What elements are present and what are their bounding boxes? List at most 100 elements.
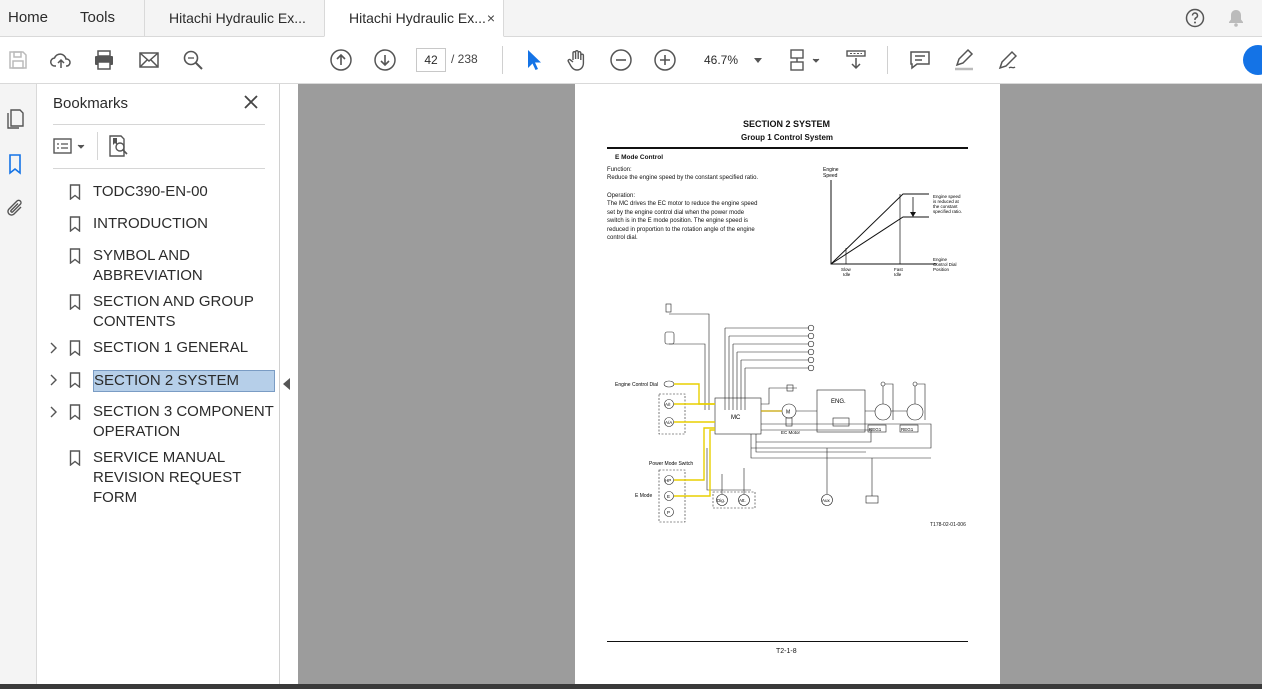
graph-y-label: Speed: [823, 173, 838, 179]
diagram-e-label: E: [667, 494, 670, 499]
print-icon[interactable]: [92, 48, 116, 72]
chevron-right-icon[interactable]: [49, 374, 59, 386]
diagram-eng-label: ENG.: [831, 399, 846, 405]
panel-divider: [97, 132, 98, 160]
chevron-down-icon: [754, 58, 762, 63]
diagram-p-label: P: [667, 510, 670, 515]
close-tab-icon[interactable]: ×: [487, 0, 495, 36]
bookmark-icon: [69, 184, 81, 200]
previous-page-icon[interactable]: [329, 48, 353, 72]
document-tab-2[interactable]: Hitachi Hydraulic Ex... ×: [324, 0, 504, 37]
zoom-out-icon[interactable]: [609, 48, 633, 72]
zoom-level-value: 46.7%: [704, 53, 739, 67]
diagram-aux-label: Aux: [822, 498, 831, 503]
panel-divider: [53, 168, 265, 169]
menu-tab-bar: Home Tools Hitachi Hydraulic Ex... Hitac…: [0, 0, 1262, 37]
help-icon[interactable]: [1185, 8, 1205, 28]
diagram-m-label: M: [786, 410, 790, 416]
bookmark-icon: [69, 294, 81, 310]
bookmark-icon: [69, 248, 81, 264]
bookmark-icon: [69, 372, 81, 388]
section-heading: SECTION 2 SYSTEM: [743, 119, 831, 129]
collapse-panel-icon[interactable]: [283, 378, 290, 390]
bookmark-icon: [69, 450, 81, 466]
function-label: Function:: [607, 167, 632, 173]
bookmarks-panel: Bookmarks TODC390-EN-00 INTRODUCTION SYMBO…: [37, 84, 280, 689]
bookmark-label: SECTION 3 COMPONENT OPERATION: [93, 403, 274, 440]
new-bookmark-search-icon[interactable]: [107, 134, 129, 158]
bookmark-label: SECTION 2 SYSTEM: [93, 370, 275, 392]
graph-fast-label: Idle: [894, 272, 902, 277]
home-menu[interactable]: Home: [8, 0, 48, 36]
page-display-icon[interactable]: [788, 48, 822, 72]
bookmark-label: SERVICE MANUAL REVISION REQUEST FORM: [93, 449, 242, 506]
document-tab-2-label: Hitachi Hydraulic Ex...: [349, 10, 486, 26]
operation-line: control dial.: [607, 235, 638, 241]
diagram-reg-label: REG1: [869, 427, 882, 432]
bookmarks-panel-icon[interactable]: [4, 152, 26, 176]
bookmark-options-icon[interactable]: [53, 134, 89, 158]
highlight-pen-icon[interactable]: [952, 48, 976, 72]
diagram-ec-motor-label: EC Motor: [781, 430, 801, 435]
operation-line: set by the engine control dial when the …: [607, 209, 745, 216]
notification-bell-icon[interactable]: [1226, 8, 1246, 28]
document-tab-1-label: Hitachi Hydraulic Ex...: [169, 10, 306, 26]
close-icon[interactable]: [243, 94, 259, 110]
bookmark-icon: [69, 216, 81, 232]
figure-id: T178-02-01-006: [930, 522, 966, 528]
acrobat-window: Home Tools Hitachi Hydraulic Ex... Hitac…: [0, 0, 1262, 689]
bookmark-label: SYMBOL AND ABBREVIATION: [93, 247, 203, 284]
page-number-input[interactable]: 42: [416, 48, 446, 72]
diagram-att-label: Att.: [739, 498, 746, 503]
group-heading: Group 1 Control System: [741, 133, 834, 142]
operation-label: Operation:: [607, 193, 636, 199]
save-icon[interactable]: [6, 48, 30, 72]
toolbar-divider: [887, 46, 888, 74]
chevron-right-icon[interactable]: [49, 342, 59, 354]
next-page-icon[interactable]: [373, 48, 397, 72]
graph-note: specified ratio.: [933, 209, 962, 214]
diagram-reg-label: REG1: [901, 427, 914, 432]
diagram-mc-label: MC: [731, 415, 741, 421]
operation-line: switch is in the E mode position. The en…: [607, 218, 748, 224]
page-thumbnails-icon[interactable]: [4, 106, 26, 130]
diagram-ai-label: A/I: [665, 402, 671, 407]
bookmark-icon: [69, 340, 81, 356]
find-text-icon[interactable]: [181, 48, 205, 72]
email-icon[interactable]: [137, 48, 161, 72]
diagram-dig-label: Dig.: [717, 498, 725, 503]
main-toolbar: 42 / 238 46.7%: [0, 37, 1262, 84]
scroll-mode-icon[interactable]: [844, 48, 868, 72]
graph-slow-label: Idle: [843, 272, 851, 277]
comment-icon[interactable]: [908, 48, 932, 72]
diagram-emode-label: E Mode: [635, 493, 652, 499]
zoom-in-icon[interactable]: [653, 48, 677, 72]
panel-divider: [53, 124, 265, 125]
hand-tool-icon[interactable]: [565, 48, 589, 72]
operation-line: The MC drives the EC motor to reduce the…: [607, 201, 758, 207]
zoom-level-select[interactable]: 46.7%: [698, 48, 770, 72]
control-system-diagram: Engine Control Dial MC ENG. M EC Motor R…: [615, 303, 932, 523]
graph-x-label: Position: [933, 267, 950, 272]
diagram-power-mode-label: Power Mode Switch: [649, 461, 693, 467]
chevron-right-icon[interactable]: [49, 406, 59, 418]
select-cursor-icon[interactable]: [522, 48, 546, 72]
attachments-paperclip-icon[interactable]: [4, 196, 26, 220]
footer-rule: [607, 641, 968, 642]
tools-menu[interactable]: Tools: [80, 0, 115, 36]
engine-speed-graph: Engine Speed Engine speed is reduced at …: [823, 167, 962, 277]
pdf-page: SECTION 2 SYSTEM Group 1 Control System …: [575, 84, 1000, 684]
bookmarks-title: Bookmarks: [53, 95, 129, 112]
sign-pen-icon[interactable]: [996, 48, 1020, 72]
page-footer-number: T2-1-8: [776, 648, 797, 655]
diagram-aa-label: A/A: [665, 420, 672, 425]
function-text: Reduce the engine speed by the constant …: [607, 175, 759, 181]
bookmark-label: TODC390-EN-00: [93, 183, 208, 200]
document-tab-1[interactable]: Hitachi Hydraulic Ex...: [144, 0, 324, 37]
share-button[interactable]: [1243, 45, 1262, 75]
heading-rule: [607, 147, 968, 149]
bookmark-label: INTRODUCTION: [93, 215, 208, 232]
e-mode-heading: E Mode Control: [615, 154, 664, 161]
upload-cloud-icon[interactable]: [49, 48, 73, 72]
bookmark-icon: [69, 404, 81, 420]
